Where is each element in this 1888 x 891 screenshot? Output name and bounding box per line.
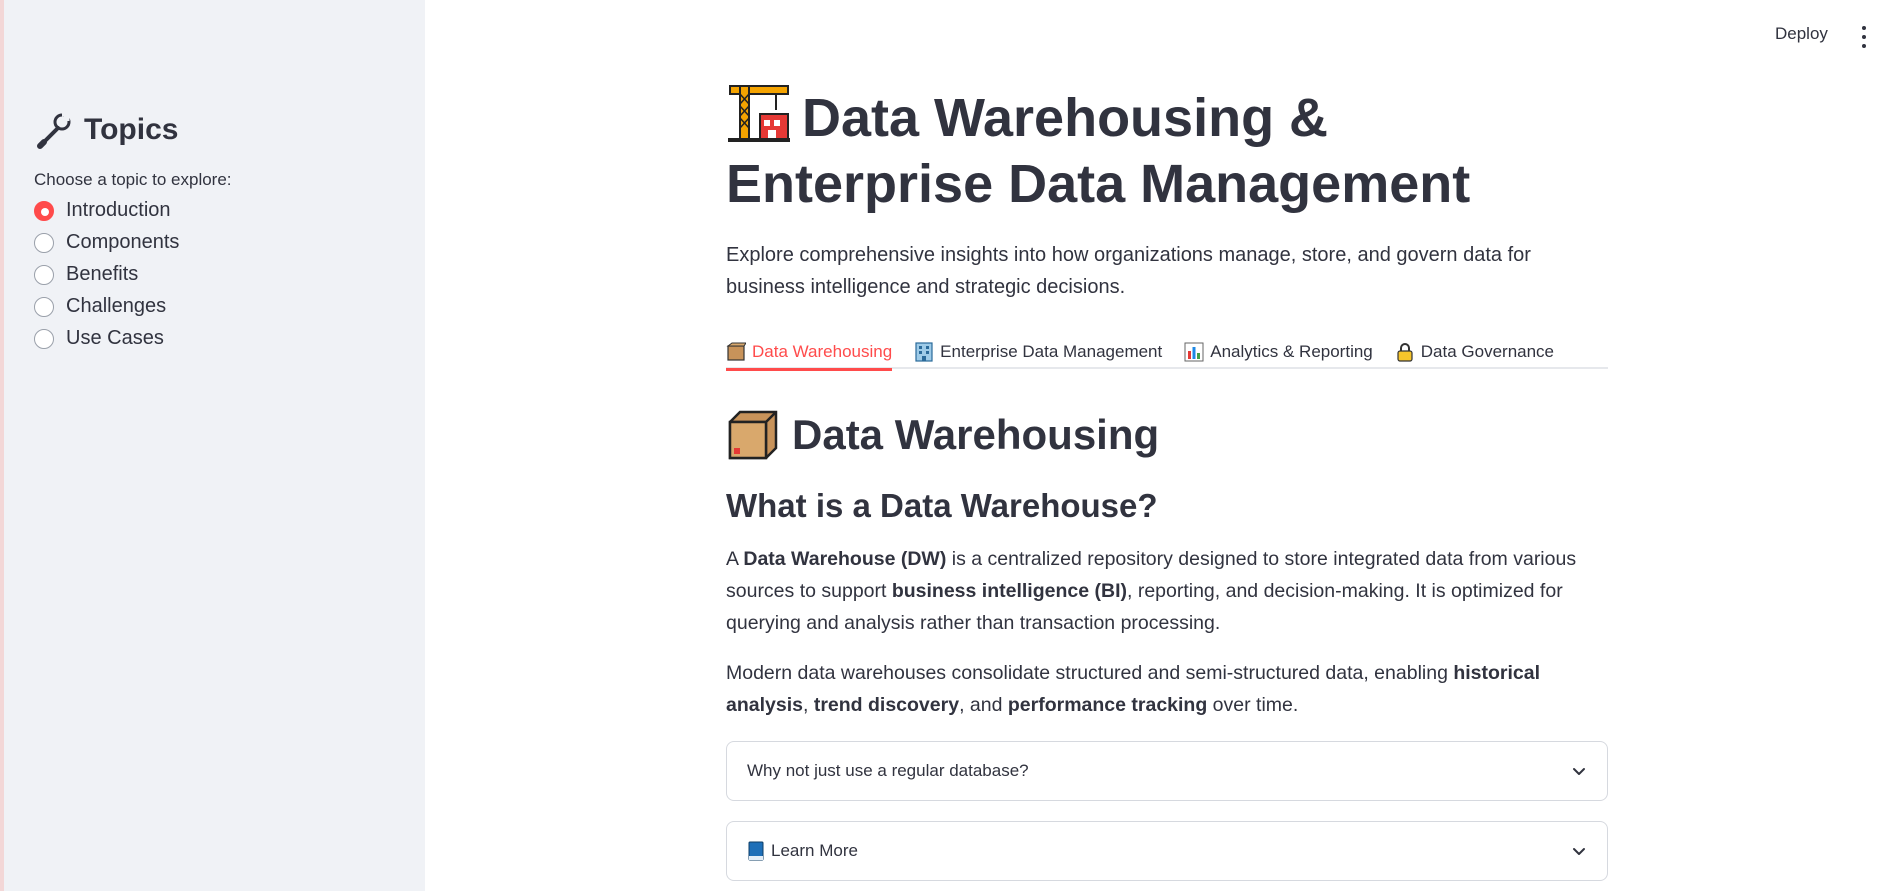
expander-header: Why not just use a regular database? — [747, 761, 1029, 781]
radio-option-introduction[interactable]: Introduction — [34, 198, 394, 223]
radio-option-label: Use Cases — [66, 327, 164, 349]
tab-bar: Data Warehousing Enterprise Data Managem… — [726, 323, 1608, 371]
text-run: , — [802, 694, 814, 716]
sidebar-heading-text: Topics — [84, 113, 179, 146]
office-building-icon — [915, 342, 933, 362]
menu-dot — [1862, 26, 1866, 30]
section-title-text: Data Warehousing — [792, 411, 1160, 458]
radio-option-label: Introduction — [66, 199, 171, 221]
expander-learn-more[interactable]: Learn More — [726, 821, 1608, 881]
radio-option-label: Challenges — [66, 295, 167, 317]
deploy-button[interactable]: Deploy — [1765, 20, 1838, 48]
page-title: Data Warehousing & Enterprise Data Manag… — [726, 80, 1608, 217]
expander-header: Learn More — [747, 841, 858, 861]
topic-radio-label: Choose a topic to explore: — [34, 170, 232, 189]
radio-button[interactable] — [34, 264, 54, 285]
expander-label: Learn More — [771, 841, 858, 860]
app-root: Topics Choose a topic to explore: Introd… — [0, 0, 1888, 891]
intro-text: Explore comprehensive insights into how … — [726, 244, 1531, 298]
tab-label: Data Warehousing — [752, 342, 893, 361]
package-icon — [726, 342, 746, 361]
tab-enterprise-data-management[interactable]: Enterprise Data Management — [914, 323, 1162, 369]
paragraph-modern: Modern data warehouses consolidate struc… — [726, 657, 1608, 721]
paragraph-definition: A Data Warehouse (DW) is a centralized r… — [726, 543, 1608, 639]
book-icon — [748, 841, 764, 861]
radio-option-label: Components — [66, 231, 180, 253]
radio-option-components[interactable]: Components — [34, 230, 394, 255]
main-menu-icon[interactable] — [1860, 26, 1868, 48]
bold-term: business intelligence (BI) — [891, 580, 1127, 602]
lock-icon — [1397, 343, 1413, 362]
radio-option-benefits[interactable]: Benefits — [34, 262, 394, 287]
expander-label: Why not just use a regular database? — [747, 761, 1029, 780]
chevron-down-icon[interactable] — [1571, 843, 1587, 859]
bold-term: trend discovery — [813, 694, 960, 716]
sidebar: Topics Choose a topic to explore: Introd… — [0, 0, 425, 891]
main-content: Data Warehousing & Enterprise Data Manag… — [726, 80, 1608, 881]
sidebar-heading: Topics — [34, 110, 394, 150]
radio-option-use-cases[interactable]: Use Cases — [34, 326, 394, 351]
text-run: A — [726, 548, 744, 570]
page-title-text: Data Warehousing & Enterprise Data Manag… — [726, 88, 1471, 214]
wrench-icon — [37, 113, 71, 149]
bold-term: Data Warehouse (DW) — [743, 548, 947, 570]
bold-term: performance tracking — [1007, 694, 1208, 716]
tab-data-warehousing[interactable]: Data Warehousing — [726, 323, 893, 371]
bar-chart-icon — [1184, 342, 1204, 362]
radio-option-challenges[interactable]: Challenges — [34, 294, 394, 319]
text-run: Modern data warehouses consolidate struc… — [726, 662, 1454, 684]
chevron-down-icon[interactable] — [1571, 763, 1587, 779]
radio-button[interactable] — [34, 232, 54, 253]
tab-label: Enterprise Data Management — [940, 342, 1163, 361]
tab-analytics-reporting[interactable]: Analytics & Reporting — [1184, 323, 1373, 369]
tab-label: Data Governance — [1420, 342, 1555, 361]
radio-option-label: Benefits — [66, 263, 139, 285]
text-run: , and — [959, 694, 1008, 716]
tab-data-governance[interactable]: Data Governance — [1395, 323, 1554, 369]
package-icon — [728, 410, 778, 460]
topic-radio-group: Introduction Components Benefits Challen… — [34, 198, 394, 351]
tab-label: Analytics & Reporting — [1210, 342, 1373, 361]
radio-button[interactable] — [34, 296, 54, 317]
sub-title: What is a Data Warehouse? — [726, 487, 1158, 524]
sidebar-content: Topics Choose a topic to explore: Introd… — [34, 110, 394, 351]
menu-dot — [1862, 44, 1866, 48]
section-title: Data Warehousing — [726, 407, 1608, 463]
radio-button-selected[interactable] — [34, 200, 54, 221]
expander-why-not-database[interactable]: Why not just use a regular database? — [726, 741, 1608, 801]
text-run: over time. — [1207, 694, 1299, 716]
radio-button[interactable] — [34, 328, 54, 349]
menu-dot — [1862, 35, 1866, 39]
construction-crane-icon — [728, 85, 790, 142]
